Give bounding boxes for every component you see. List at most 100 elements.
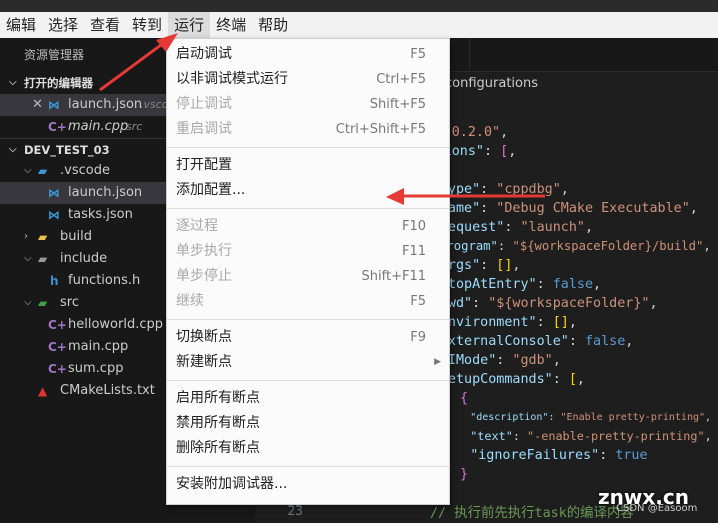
json-value: "gdb" <box>512 353 553 368</box>
json-value: "launch" <box>520 220 585 235</box>
colon: : <box>504 220 521 235</box>
code-line: "externalConsole": false, <box>432 332 634 351</box>
folder-name: include <box>60 251 108 266</box>
menu-item[interactable]: 以非调试模式运行 Ctrl+F5 <box>167 67 449 92</box>
menu-item-label: 打开配置 <box>176 157 232 173</box>
colon: : <box>480 182 497 197</box>
code-line: "program": "${workspaceFolder}/build", <box>432 237 711 256</box>
menu-item[interactable]: 启用所有断点 <box>167 386 449 411</box>
menu-item[interactable]: 删除所有断点 <box>167 436 449 461</box>
menu-item[interactable]: 重启调试 Ctrl+Shift+F5 <box>167 117 449 142</box>
menu-item[interactable]: 打开配置 <box>167 153 449 178</box>
file-name: helloworld.cpp <box>68 317 163 332</box>
json-key: "externalConsole" <box>431 334 569 349</box>
comma: , <box>689 201 698 216</box>
colon: : <box>512 429 528 443</box>
menu-shortcut: F10 <box>401 219 426 234</box>
colon: : <box>536 315 553 330</box>
code-line: "name": "Debug CMake Executable", <box>432 199 698 218</box>
vscode-icon: ⋈ <box>48 186 60 200</box>
menu-item[interactable]: 逐过程 F10 <box>167 214 449 239</box>
comma: , <box>560 182 569 197</box>
menu-edit[interactable]: 编辑 <box>0 12 42 38</box>
json-key: "ignoreFailures" <box>470 448 600 463</box>
menu-item[interactable]: 切换断点 F9 <box>167 325 449 350</box>
menu-item-label: 启动调试 <box>176 46 232 62</box>
menu-item[interactable]: 禁用所有断点 <box>167 411 449 436</box>
menu-item[interactable]: 单步执行 F11 <box>167 239 449 264</box>
file-name: CMakeLists.txt <box>60 383 155 398</box>
code-line: "request": "launch", <box>432 218 593 237</box>
menu-item-label: 以非调试模式运行 <box>176 71 288 87</box>
colon: : <box>472 296 489 311</box>
menu-item[interactable]: 停止调试 Shift+F5 <box>167 92 449 117</box>
file-name: tasks.json <box>68 207 133 222</box>
menu-item-label: 逐过程 <box>176 218 218 234</box>
cpp-icon: C+ <box>48 120 67 134</box>
line-number: 23 <box>287 504 303 519</box>
menu-view[interactable]: 查看 <box>84 12 126 38</box>
menu-separator <box>167 319 449 320</box>
menu-selection[interactable]: 选择 <box>42 12 84 38</box>
code-line: "type": "cppdbg", <box>432 180 569 199</box>
section-label: 打开的编辑器 <box>24 76 93 90</box>
cmake-icon: ▲ <box>38 384 48 398</box>
brace: } <box>460 467 469 482</box>
menu-shortcut: Shift+F11 <box>361 269 426 284</box>
menu-go[interactable]: 转到 <box>126 12 168 38</box>
menu-separator <box>167 147 449 148</box>
colon: : <box>480 201 497 216</box>
colon: : <box>496 353 513 368</box>
comma: , <box>584 220 594 235</box>
menu-shortcut: F11 <box>401 244 426 259</box>
cpp-icon: C+ <box>48 318 67 332</box>
menu-item[interactable]: 继续 F5 <box>167 289 449 314</box>
code-line: "environment": [], <box>432 313 577 332</box>
menu-item[interactable]: 新建断点 ▶ <box>167 350 449 375</box>
json-value: false <box>584 334 626 349</box>
json-value: true <box>615 448 648 463</box>
comma: , <box>593 277 602 292</box>
comma: , <box>705 412 712 423</box>
menu-item[interactable]: 安装附加调试器... <box>167 472 449 497</box>
close-icon[interactable]: ✕ <box>32 94 43 116</box>
chevron-right-icon: › <box>24 231 28 242</box>
colon: : <box>552 372 569 387</box>
menu-item-label: 切换断点 <box>176 329 232 345</box>
menu-item[interactable]: 启动调试 F5 <box>167 42 449 67</box>
code-line: "description": "Enable pretty-printing", <box>470 408 711 427</box>
folder-icon: ▰ <box>38 230 48 244</box>
menu-help[interactable]: 帮助 <box>252 12 294 38</box>
code-line: "setupCommands": [, <box>432 370 585 389</box>
menu-item-label: 添加配置... <box>176 182 246 198</box>
menu-terminal[interactable]: 终端 <box>210 12 252 38</box>
json-value: [ <box>568 372 577 387</box>
menu-item-label: 安装附加调试器... <box>176 476 288 492</box>
menu-run[interactable]: 运行 <box>168 12 211 38</box>
folder-icon: ▰ <box>38 164 48 178</box>
vscode-icon: ⋈ <box>48 208 60 222</box>
menu-item-label: 单步执行 <box>176 243 232 259</box>
folder-name: .vscode <box>60 163 110 178</box>
file-name: main.cpp <box>68 339 129 354</box>
code-line: "text": "-enable-pretty-printing", <box>470 427 712 446</box>
comma: , <box>512 258 521 273</box>
json-value: "Enable pretty-printing" <box>560 412 706 423</box>
code-line: "cwd": "${workspaceFolder}", <box>432 294 658 313</box>
menu-shortcut: F5 <box>410 47 426 62</box>
chevron-down-icon: ⌵ <box>24 253 32 264</box>
chevron-down-icon: ⌵ <box>9 144 17 155</box>
comma: , <box>576 372 585 387</box>
menu-separator <box>167 466 449 467</box>
breadcrumb[interactable]: configurations <box>445 76 538 91</box>
menu-item-label: 启用所有断点 <box>176 390 260 406</box>
json-key: "description" <box>470 412 549 423</box>
menu-item[interactable]: 添加配置... <box>167 178 449 203</box>
cpp-icon: C+ <box>48 340 67 354</box>
menu-item[interactable]: 单步停止 Shift+F11 <box>167 264 449 289</box>
menu-item-label: 停止调试 <box>176 96 232 112</box>
json-value: [] <box>552 315 569 330</box>
menu-shortcut: F9 <box>410 330 426 345</box>
comma: , <box>568 315 577 330</box>
chevron-down-icon: ⌵ <box>24 297 32 308</box>
